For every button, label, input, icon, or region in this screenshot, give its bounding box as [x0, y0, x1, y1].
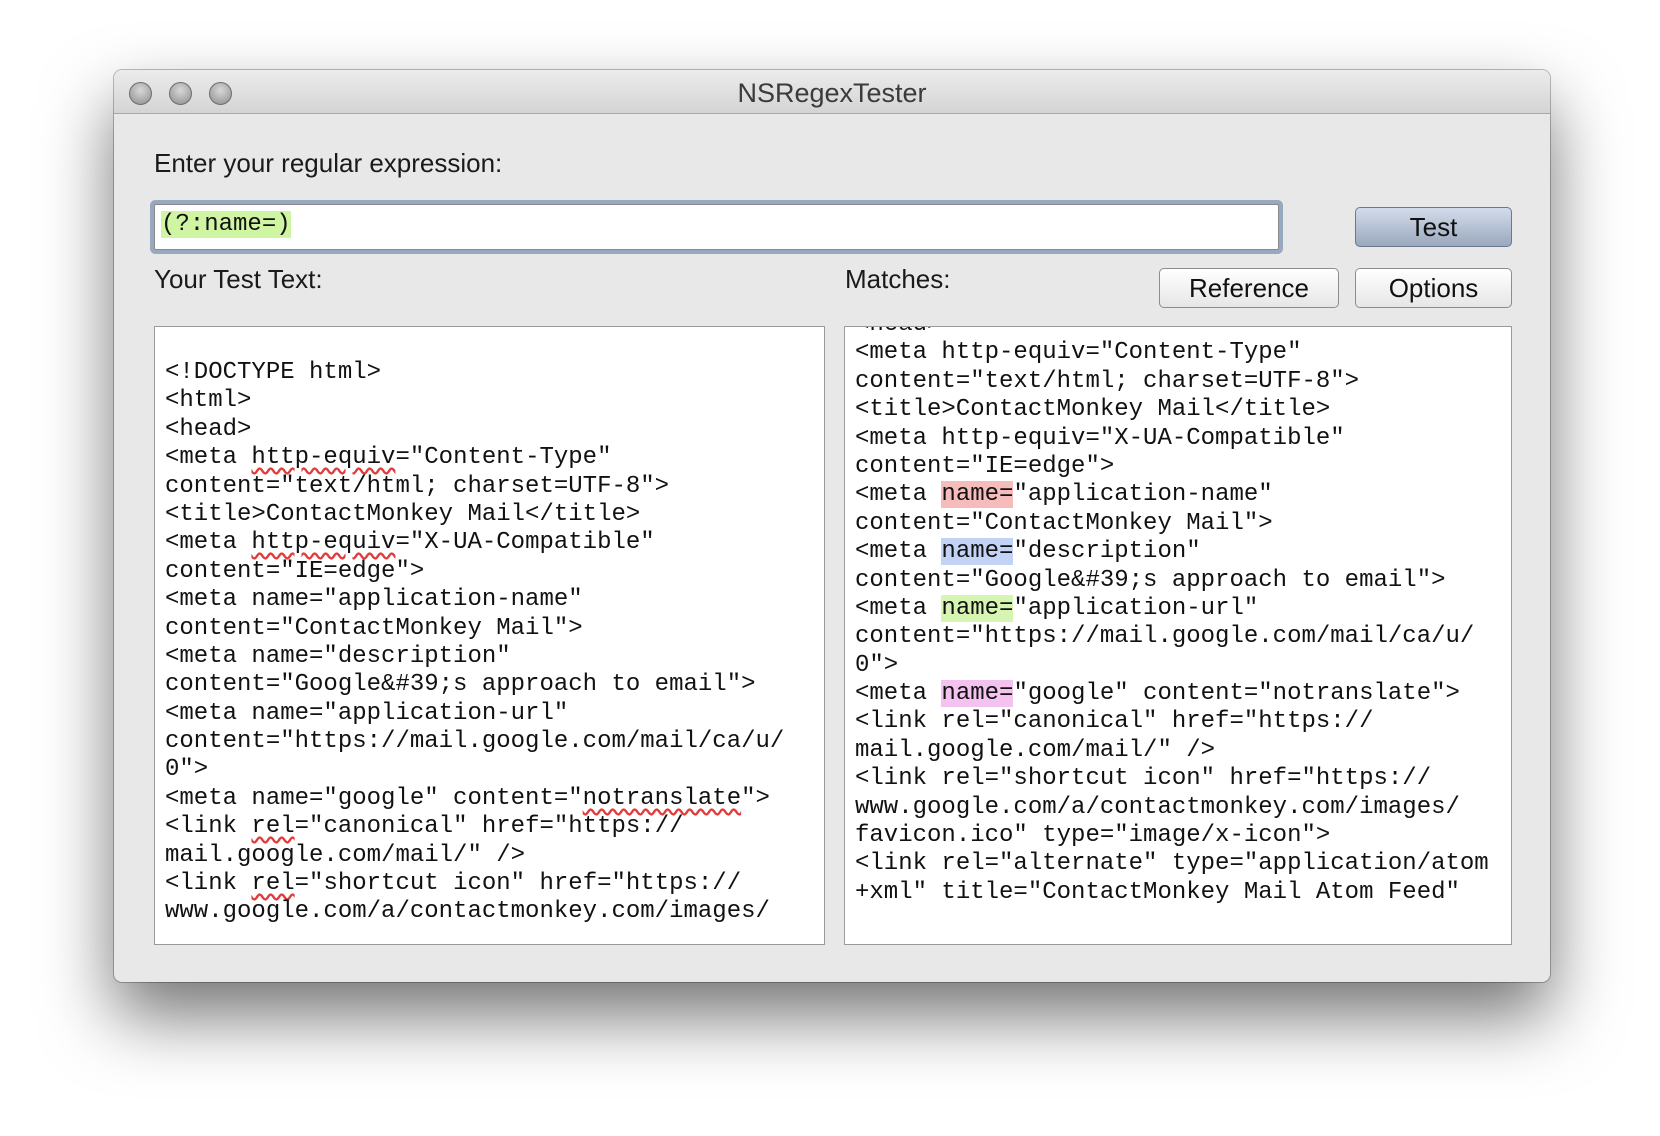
test-text-line: content="Google&#39;s approach to email"…: [165, 671, 756, 699]
app-window: NSRegexTester Enter your regular express…: [114, 70, 1550, 982]
match-line: content="IE=edge">: [855, 452, 1115, 480]
match-line: content="ContactMonkey Mail">: [855, 509, 1273, 537]
test-text-line: <title>ContactMonkey Mail</title>: [165, 500, 641, 528]
regex-label: Enter your regular expression:: [154, 148, 503, 178]
matches-area[interactable]: <head><meta http-equiv="Content-Type"con…: [844, 326, 1512, 945]
test-text-line: <meta http-equiv="Content-Type": [165, 444, 612, 472]
match-highlight: name=: [941, 680, 1014, 708]
spelling-squiggle: notranslate: [582, 784, 742, 812]
spelling-squiggle: http-equiv: [251, 529, 396, 557]
test-text-content: <!DOCTYPE html> <html> <head> <meta http-eq…: [165, 359, 784, 927]
test-text-line: <meta name="application-name": [165, 586, 583, 614]
spelling-squiggle: rel: [251, 813, 295, 841]
match-line: <meta name="google" content="notranslate…: [855, 680, 1460, 708]
match-line: <title>ContactMonkey Mail</title>: [855, 396, 1331, 424]
test-text-line: content="IE=edge">: [165, 557, 425, 585]
match-line: <head>: [855, 327, 1489, 339]
test-text-line: <meta http-equiv="X-UA-Compatible": [165, 529, 655, 557]
title-bar: NSRegexTester: [114, 70, 1550, 114]
window-title: NSRegexTester: [737, 78, 927, 108]
options-button[interactable]: Options: [1355, 268, 1512, 308]
match-line: favicon.ico" type="image/x-icon">: [855, 822, 1331, 850]
test-text-line: <html>: [165, 387, 252, 415]
test-text-line: <meta name="application-url": [165, 699, 569, 727]
test-text-line: www.google.com/a/contactmonkey.com/image…: [165, 898, 770, 926]
test-text-line: <head>: [165, 415, 252, 443]
test-text-line: <link rel="shortcut icon" href="https://: [165, 870, 742, 898]
match-line: <link rel="shortcut icon" href="https://: [855, 765, 1432, 793]
match-line: content="https://mail.google.com/mail/ca…: [855, 623, 1475, 651]
match-line: <meta name="application-name": [855, 481, 1273, 509]
matches-label: Matches:: [845, 264, 951, 294]
test-text-line: content="ContactMonkey Mail">: [165, 614, 583, 642]
test-text-line: <meta name="google" content="notranslate…: [165, 784, 770, 812]
match-line: +xml" title="ContactMonkey Mail Atom Fee…: [855, 878, 1460, 906]
test-text-line: <!DOCTYPE html>: [165, 359, 382, 386]
match-line: <meta http-equiv="Content-Type": [855, 339, 1302, 367]
match-line: <meta name="application-url": [855, 594, 1259, 622]
spelling-squiggle: rel: [251, 870, 295, 898]
match-line: mail.google.com/mail/" />: [855, 736, 1216, 764]
test-text-line: content="https://mail.google.com/mail/ca…: [165, 728, 785, 756]
match-line: content="text/html; charset=UTF-8">: [855, 367, 1360, 395]
match-line: <link rel="alternate" type="application/…: [855, 850, 1489, 878]
reference-button[interactable]: Reference: [1159, 268, 1339, 308]
test-text-label: Your Test Text:: [154, 264, 323, 294]
match-line: content="Google&#39;s approach to email"…: [855, 566, 1446, 594]
test-text-line: content="text/html; charset=UTF-8">: [165, 472, 670, 500]
match-highlight: name=: [941, 538, 1014, 566]
match-line: <meta name="description": [855, 538, 1201, 566]
test-button[interactable]: Test: [1355, 207, 1512, 247]
test-text-line: <link rel="canonical" href="https://: [165, 813, 684, 841]
test-text-line: 0">: [165, 756, 209, 784]
match-line: 0">: [855, 651, 899, 679]
match-highlight: name=: [941, 481, 1014, 509]
match-line: <link rel="canonical" href="https://: [855, 708, 1374, 736]
test-text-area[interactable]: <!DOCTYPE html> <html> <head> <meta http-eq…: [154, 326, 825, 945]
spelling-squiggle: http-equiv: [251, 444, 396, 472]
match-line: www.google.com/a/contactmonkey.com/image…: [855, 793, 1460, 821]
test-text-line: mail.google.com/mail/" />: [165, 841, 526, 869]
match-line: <meta http-equiv="X-UA-Compatible": [855, 424, 1345, 452]
regex-input[interactable]: (?:name=): [154, 204, 1279, 250]
matches-content: <head><meta http-equiv="Content-Type"con…: [855, 327, 1489, 907]
regex-value: (?:name=): [161, 211, 291, 238]
match-highlight: name=: [941, 594, 1014, 622]
test-text-line: <meta name="description": [165, 642, 511, 670]
